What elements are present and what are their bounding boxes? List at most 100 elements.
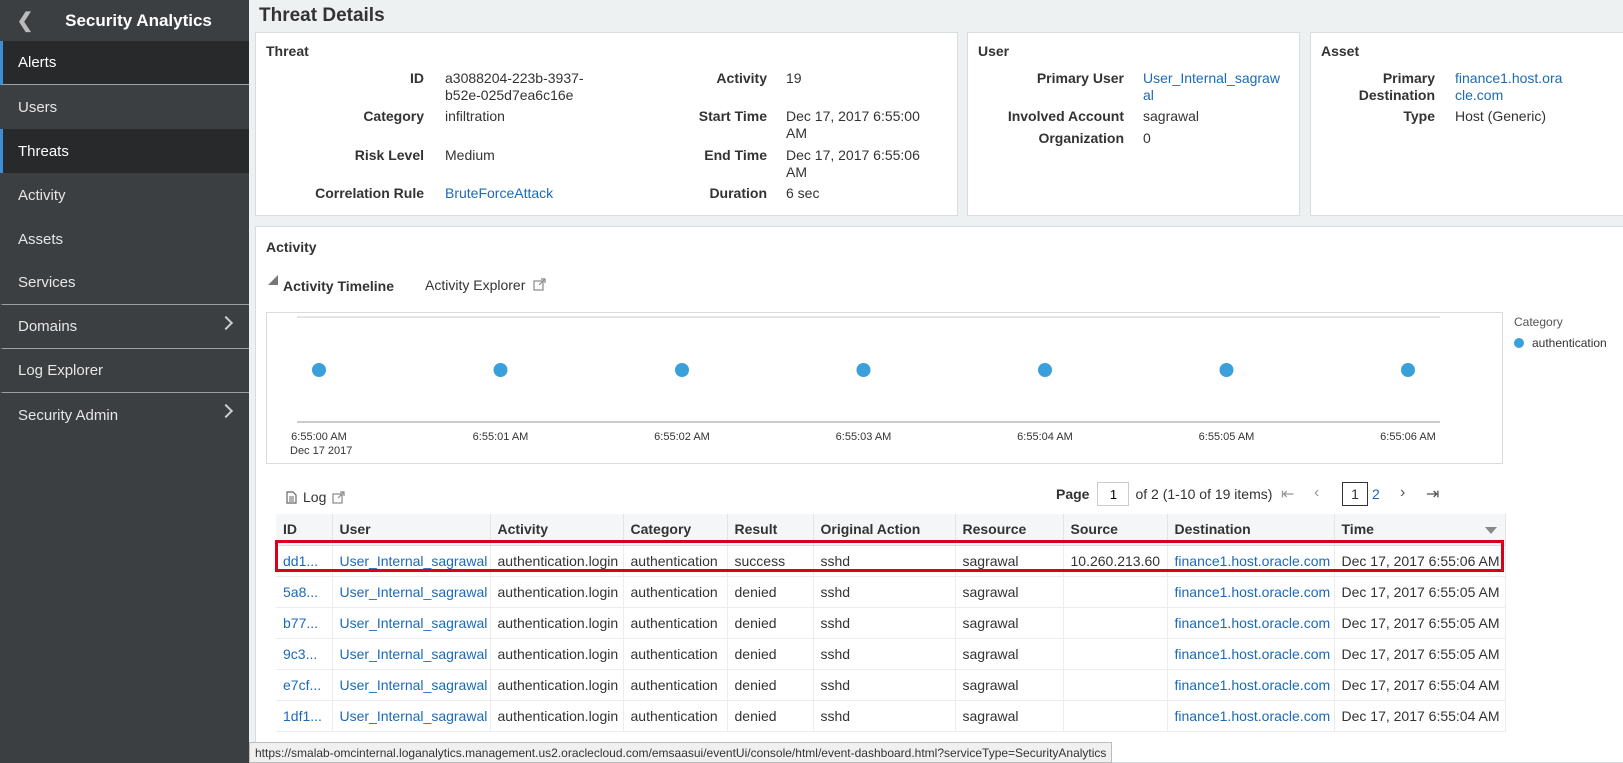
primary-user-line2: al xyxy=(1143,87,1154,103)
cell-source: 10.260.213.60 xyxy=(1063,545,1168,577)
log-table: ID User Activity Category Result Origina… xyxy=(276,514,1506,732)
status-bar-url: https://smalab-omcinternal.loganalytics.… xyxy=(249,742,1113,763)
cell-id[interactable]: dd1... xyxy=(276,545,333,577)
cell-user[interactable]: User_Internal_sagrawal xyxy=(332,700,491,732)
back-chevron-icon[interactable]: ❮ xyxy=(0,8,50,33)
cell-destination[interactable]: finance1.host.oracle.com xyxy=(1167,638,1335,670)
cell-id[interactable]: e7cf... xyxy=(276,669,333,701)
cell-result: success xyxy=(727,545,814,577)
cell-user[interactable]: User_Internal_sagrawal xyxy=(332,607,491,639)
page-1-button[interactable]: 1 xyxy=(1342,482,1368,506)
col-category[interactable]: Category xyxy=(623,514,728,546)
primary-destination-label-line1: Primary xyxy=(1382,70,1435,86)
threat-card: Threat ID a3088204-223b-3937- b52e-025d7… xyxy=(255,32,958,216)
cell-original-action: sshd xyxy=(813,545,956,577)
table-row[interactable]: b77... User_Internal_sagrawal authenticati… xyxy=(276,607,1506,639)
page-2-link[interactable]: 2 xyxy=(1372,486,1380,502)
sidebar-item-assets[interactable]: Assets xyxy=(0,217,249,261)
sidebar-item-log-explorer[interactable]: Log Explorer xyxy=(0,349,249,393)
primary-destination-line1: finance1.host.ora xyxy=(1455,70,1563,86)
cell-user[interactable]: User_Internal_sagrawal xyxy=(332,576,491,608)
timeline-plot: 6:55:00 AM 6:55:01 AM 6:55:02 AM 6:55:03 AM… xyxy=(290,316,1440,457)
col-activity[interactable]: Activity xyxy=(490,514,624,546)
col-user[interactable]: User xyxy=(332,514,491,546)
cell-id[interactable]: 1df1... xyxy=(276,700,333,732)
page-title: Threat Details xyxy=(259,5,385,26)
cell-result: denied xyxy=(727,576,814,608)
first-page-icon[interactable]: ⇤ xyxy=(1281,484,1294,504)
cell-id[interactable]: 5a8... xyxy=(276,576,333,608)
primary-user-link[interactable]: User_Internal_sagraw al xyxy=(1143,70,1280,104)
cell-id[interactable]: b77... xyxy=(276,607,333,639)
table-row[interactable]: 1df1... User_Internal_sagrawal authenticat… xyxy=(276,700,1506,732)
cell-result: denied xyxy=(727,700,814,732)
sidebar-item-users[interactable]: Users xyxy=(0,85,249,129)
col-destination[interactable]: Destination xyxy=(1167,514,1335,546)
data-point[interactable] xyxy=(856,363,871,377)
x-tick-label: 6:55:05 AM xyxy=(1199,431,1255,443)
data-point[interactable] xyxy=(675,363,689,377)
cell-destination[interactable]: finance1.host.oracle.com xyxy=(1167,669,1335,701)
col-time[interactable]: Time xyxy=(1334,514,1506,546)
asset-type-label: Type xyxy=(1403,108,1435,124)
sidebar-item-security-admin[interactable]: Security Admin xyxy=(0,393,249,437)
primary-destination-link[interactable]: finance1.host.ora cle.com xyxy=(1455,70,1562,104)
sort-descending-icon[interactable] xyxy=(1484,527,1497,534)
end-time-value: Dec 17, 2017 6:55:06 AM xyxy=(786,147,920,181)
page-input[interactable] xyxy=(1097,482,1130,506)
data-point[interactable] xyxy=(1038,363,1052,377)
cell-resource: sagrawal xyxy=(955,669,1064,701)
col-source[interactable]: Source xyxy=(1063,514,1168,546)
legend-item-authentication[interactable]: authentication xyxy=(1514,336,1607,350)
cell-destination[interactable]: finance1.host.oracle.com xyxy=(1167,607,1335,639)
start-time-label: Start Time xyxy=(698,108,767,124)
sidebar-item-domains[interactable]: Domains xyxy=(0,305,249,349)
legend-label: authentication xyxy=(1532,336,1607,350)
col-time-label: Time xyxy=(1341,521,1374,538)
cell-destination[interactable]: finance1.host.oracle.com xyxy=(1167,700,1335,732)
cell-destination[interactable]: finance1.host.oracle.com xyxy=(1167,576,1335,608)
sidebar-item-services[interactable]: Services xyxy=(0,261,249,305)
asset-type-value: Host (Generic) xyxy=(1455,108,1547,124)
previous-page-icon[interactable]: ‹ xyxy=(1314,484,1319,502)
col-id[interactable]: ID xyxy=(276,514,333,546)
document-icon xyxy=(286,490,297,504)
correlation-rule-link[interactable]: BruteForceAttack xyxy=(445,185,553,202)
data-point[interactable] xyxy=(1401,363,1415,377)
cell-id[interactable]: 9c3... xyxy=(276,638,333,670)
data-point[interactable] xyxy=(312,363,326,377)
sidebar-header: ❮ Security Analytics xyxy=(0,0,249,41)
log-table-header: ID User Activity Category Result Origina… xyxy=(276,514,1506,546)
sidebar-item-threats[interactable]: Threats xyxy=(0,129,249,173)
collapse-triangle-icon[interactable] xyxy=(268,275,278,285)
cell-user[interactable]: User_Internal_sagrawal xyxy=(332,545,491,577)
cell-user[interactable]: User_Internal_sagrawal xyxy=(332,638,491,670)
correlation-rule-label: Correlation Rule xyxy=(315,185,424,201)
last-page-icon[interactable]: ⇥ xyxy=(1426,484,1439,504)
col-original-action[interactable]: Original Action xyxy=(813,514,956,546)
table-row[interactable]: e7cf... User_Internal_sagrawal authenticat… xyxy=(276,669,1506,701)
cell-time: Dec 17, 2017 6:55:05 AM xyxy=(1334,607,1506,639)
x-tick-label: 6:55:06 AM xyxy=(1380,431,1436,443)
table-row[interactable]: 5a8... User_Internal_sagrawal authenticati… xyxy=(276,576,1506,608)
col-result[interactable]: Result xyxy=(727,514,814,546)
threat-risk-label: Risk Level xyxy=(354,147,424,163)
cell-source xyxy=(1063,669,1168,701)
tab-activity-explorer[interactable]: Activity Explorer xyxy=(425,277,546,293)
data-point[interactable] xyxy=(1219,363,1234,377)
table-row[interactable]: 9c3... User_Internal_sagrawal authenticati… xyxy=(276,638,1506,670)
col-resource[interactable]: Resource xyxy=(955,514,1064,546)
cell-original-action: sshd xyxy=(813,700,956,732)
cell-time: Dec 17, 2017 6:55:05 AM xyxy=(1334,576,1506,608)
involved-account-label: Involved Account xyxy=(1007,108,1124,124)
table-row[interactable]: dd1... User_Internal_sagrawal authenticati… xyxy=(276,545,1506,577)
external-link-icon[interactable] xyxy=(332,490,345,504)
tab-activity-timeline[interactable]: Activity Timeline xyxy=(283,278,394,294)
sidebar-item-alerts[interactable]: Alerts xyxy=(0,41,249,85)
asset-card-title: Asset xyxy=(1321,43,1360,59)
cell-user[interactable]: User_Internal_sagrawal xyxy=(332,669,491,701)
sidebar-item-activity[interactable]: Activity xyxy=(0,173,249,217)
data-point[interactable] xyxy=(493,363,508,377)
cell-destination[interactable]: finance1.host.oracle.com xyxy=(1167,545,1335,577)
next-page-icon[interactable]: › xyxy=(1400,484,1405,502)
